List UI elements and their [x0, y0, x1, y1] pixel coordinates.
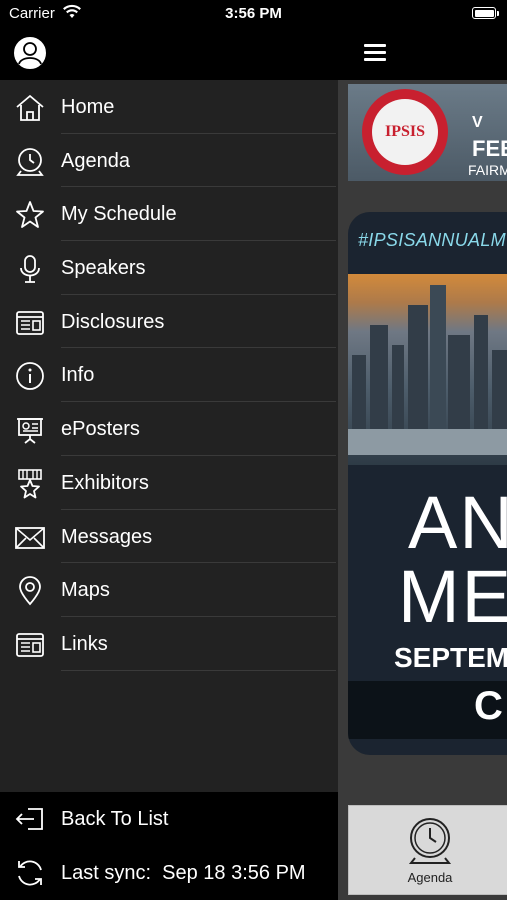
menu-item-label: Speakers [61, 257, 146, 280]
menu-item-label: ePosters [61, 418, 140, 441]
status-bar: Carrier 3:56 PM [0, 0, 507, 28]
menu-item-maps[interactable]: Maps [0, 563, 338, 617]
main-header [338, 28, 507, 80]
menu-item-speakers[interactable]: Speakers [0, 241, 338, 295]
sync-button[interactable]: Last sync: Sep 18 3:56 PM [0, 846, 338, 900]
microphone-icon [20, 255, 40, 283]
promo-hashtag: #IPSISANNUALM [358, 230, 506, 250]
menu-item-home[interactable]: Home [0, 80, 338, 134]
menu-item-label: Maps [61, 579, 110, 602]
clock-icon [408, 818, 452, 864]
drawer-header [0, 28, 338, 80]
menu-item-label: Agenda [61, 149, 130, 172]
annual-meeting-promo[interactable]: #IPSISANNUALM AN ME SEPTEM C [348, 212, 507, 755]
back-to-list-label: Back To List [61, 808, 169, 830]
tab-agenda[interactable]: Agenda [348, 805, 507, 895]
promo-bottom-text: C [474, 684, 503, 728]
drawer-menu: Home Agenda My Schedule Speakers Disclos… [0, 80, 338, 671]
map-pin-icon [19, 576, 41, 606]
ipsis-logo-text: IPSIS [384, 123, 426, 140]
battery-icon [472, 7, 496, 19]
promo-title-line-2: ME [398, 555, 507, 638]
menu-item-exhibitors[interactable]: Exhibitors [0, 456, 338, 510]
clock-icon [16, 147, 44, 176]
event-banner[interactable]: IPSIS V FEE FAIRM [348, 84, 507, 181]
easel-icon [17, 418, 43, 444]
menu-item-label: Links [61, 632, 108, 655]
window-list-icon [16, 310, 44, 335]
info-icon [16, 362, 44, 391]
banner-line-3: FAIRM [468, 162, 507, 178]
menu-item-info[interactable]: Info [0, 348, 338, 403]
menu-item-links[interactable]: Links [0, 617, 338, 671]
clock-time: 3:56 PM [225, 5, 282, 22]
user-avatar-icon[interactable] [13, 36, 47, 70]
ipsis-logo: IPSIS [362, 89, 448, 175]
award-icon [18, 469, 42, 499]
hamburger-menu-icon[interactable] [364, 44, 386, 62]
promo-date: SEPTEM [394, 642, 507, 673]
tab-agenda-label: Agenda [407, 870, 453, 885]
drawer-footer: Back To List Last sync: Sep 18 3:56 PM [0, 792, 338, 900]
menu-item-messages[interactable]: Messages [0, 510, 338, 564]
menu-item-disclosures[interactable]: Disclosures [0, 295, 338, 349]
menu-item-label: Info [61, 364, 95, 387]
menu-divider [61, 669, 336, 671]
sync-icon [18, 860, 42, 886]
last-sync-label: Last sync: Sep 18 3:56 PM [61, 862, 306, 884]
main-content: IPSIS V FEE FAIRM #IPSISANNUALM AN ME SE… [338, 28, 507, 900]
sign-out-icon [15, 808, 43, 830]
envelope-icon [15, 526, 45, 549]
window-list-icon [16, 632, 44, 657]
promo-title-line-1: AN [408, 481, 507, 564]
side-drawer: Home Agenda My Schedule Speakers Disclos… [0, 28, 338, 900]
home-icon [16, 94, 44, 121]
menu-item-label: My Schedule [61, 203, 177, 226]
menu-item-label: Exhibitors [61, 471, 149, 494]
banner-line-2: FEE [472, 136, 507, 161]
menu-item-my-schedule[interactable]: My Schedule [0, 187, 338, 242]
menu-item-eposters[interactable]: ePosters [0, 402, 338, 456]
banner-line-1: V [472, 114, 483, 131]
menu-item-label: Home [61, 96, 115, 118]
menu-item-agenda[interactable]: Agenda [0, 134, 338, 188]
battery-tip [497, 11, 499, 16]
star-icon [16, 201, 44, 229]
back-to-list-button[interactable]: Back To List [0, 792, 338, 846]
city-skyline-image [348, 274, 507, 465]
menu-item-label: Messages [61, 525, 153, 548]
menu-item-label: Disclosures [61, 310, 165, 333]
